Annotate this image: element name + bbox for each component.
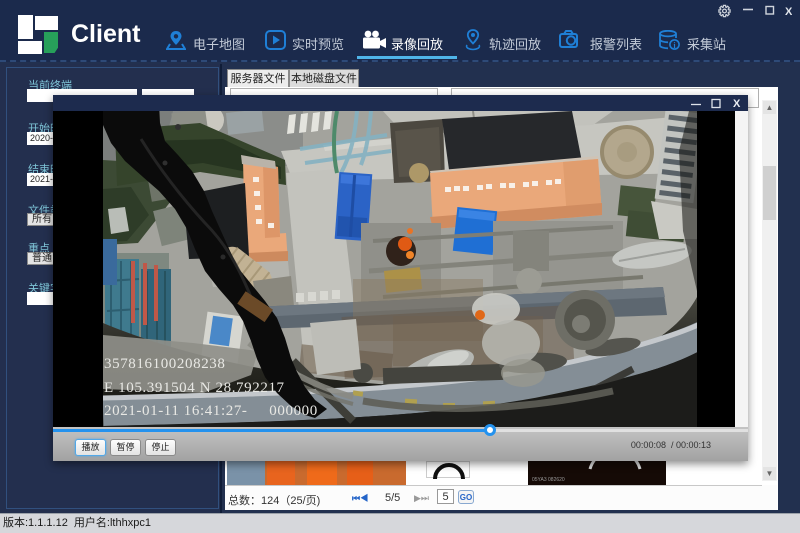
- svg-text:X: X: [785, 6, 792, 18]
- svg-text:05YA3 082620: 05YA3 082620: [532, 477, 565, 483]
- svg-text:X: X: [733, 98, 741, 110]
